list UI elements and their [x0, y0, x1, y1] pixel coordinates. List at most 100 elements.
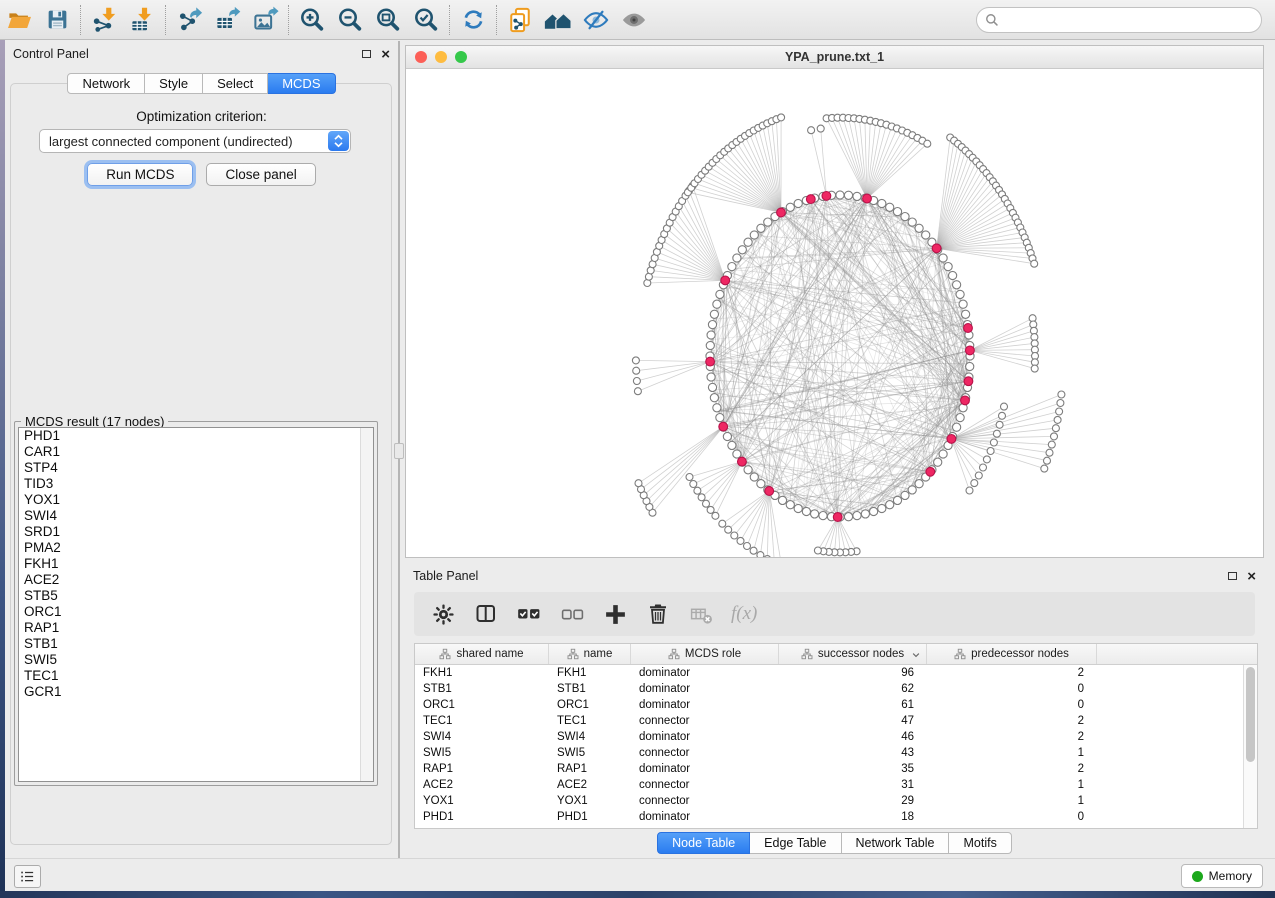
network-node[interactable]: [944, 263, 952, 271]
delete-column-icon[interactable]: [645, 601, 671, 627]
network-leaf-node[interactable]: [1031, 260, 1038, 267]
run-mcds-button[interactable]: Run MCDS: [87, 163, 193, 186]
open-session-icon[interactable]: [0, 3, 38, 37]
network-node[interactable]: [853, 192, 861, 200]
network-node[interactable]: [893, 496, 901, 504]
network-node[interactable]: [733, 450, 741, 458]
network-leaf-node[interactable]: [1058, 391, 1065, 398]
network-hub-node[interactable]: [721, 276, 730, 285]
network-leaf-node[interactable]: [980, 464, 987, 471]
zoom-in-icon[interactable]: [293, 3, 331, 37]
column-header-mcds-role[interactable]: MCDS role: [631, 644, 779, 664]
network-node[interactable]: [713, 300, 721, 308]
network-node[interactable]: [708, 383, 716, 391]
network-leaf-node[interactable]: [1044, 457, 1051, 464]
network-node[interactable]: [922, 231, 930, 239]
mcds-result-item[interactable]: TEC1: [19, 668, 373, 684]
tab-select[interactable]: Select: [203, 73, 268, 94]
network-leaf-node[interactable]: [635, 480, 642, 487]
mcds-result-item[interactable]: RAP1: [19, 620, 373, 636]
network-node[interactable]: [710, 394, 718, 402]
export-image-icon[interactable]: [246, 3, 284, 37]
network-node[interactable]: [750, 473, 758, 481]
deselect-checkboxes-icon[interactable]: [559, 601, 585, 627]
network-node[interactable]: [915, 480, 923, 488]
mcds-result-item[interactable]: SWI4: [19, 508, 373, 524]
mcds-result-item[interactable]: CAR1: [19, 444, 373, 460]
network-node[interactable]: [728, 441, 736, 449]
network-node[interactable]: [744, 238, 752, 246]
column-header-successor-nodes[interactable]: successor nodes: [779, 644, 927, 664]
network-node[interactable]: [764, 218, 772, 226]
network-leaf-node[interactable]: [808, 127, 815, 134]
network-hub-node[interactable]: [932, 244, 941, 253]
network-leaf-node[interactable]: [817, 125, 824, 132]
zoom-selected-icon[interactable]: [407, 3, 445, 37]
close-panel-button[interactable]: Close panel: [206, 163, 315, 186]
network-node[interactable]: [750, 231, 758, 239]
mcds-result-item[interactable]: ACE2: [19, 572, 373, 588]
network-node[interactable]: [901, 491, 909, 499]
network-node[interactable]: [844, 191, 852, 199]
tab-network[interactable]: Network: [67, 73, 145, 94]
network-hub-node[interactable]: [706, 357, 715, 366]
network-node[interactable]: [802, 507, 810, 515]
network-hub-node[interactable]: [964, 324, 973, 333]
network-node[interactable]: [819, 512, 827, 520]
network-leaf-node[interactable]: [634, 388, 641, 395]
table-settings-gear-icon[interactable]: [430, 601, 456, 627]
network-node[interactable]: [861, 510, 869, 518]
network-node[interactable]: [723, 432, 731, 440]
network-leaf-node[interactable]: [712, 512, 719, 519]
close-panel-icon[interactable]: ×: [1247, 569, 1256, 584]
show-task-history-button[interactable]: [14, 865, 41, 888]
network-hub-node[interactable]: [966, 346, 975, 355]
network-leaf-node[interactable]: [744, 543, 751, 550]
network-leaf-node[interactable]: [1057, 400, 1064, 407]
mcds-list-scrollbar[interactable]: [360, 428, 373, 781]
network-leaf-node[interactable]: [698, 494, 705, 501]
network-node[interactable]: [707, 373, 715, 381]
network-leaf-node[interactable]: [757, 552, 764, 557]
column-header-name[interactable]: name: [549, 644, 631, 664]
export-table-icon[interactable]: [208, 3, 246, 37]
network-leaf-node[interactable]: [999, 412, 1006, 419]
network-leaf-node[interactable]: [1046, 449, 1053, 456]
network-hub-node[interactable]: [833, 513, 842, 522]
table-scrollbar-thumb[interactable]: [1246, 667, 1255, 762]
table-row[interactable]: PHD1PHD1dominator180: [415, 809, 1257, 825]
mcds-result-item[interactable]: SWI5: [19, 652, 373, 668]
table-row[interactable]: YOX1YOX1connector291: [415, 793, 1257, 809]
network-hub-node[interactable]: [926, 467, 935, 476]
network-node[interactable]: [915, 224, 923, 232]
network-node[interactable]: [886, 203, 894, 211]
network-node[interactable]: [901, 213, 909, 221]
network-node[interactable]: [956, 414, 964, 422]
select-all-checkboxes-icon[interactable]: [516, 601, 542, 627]
network-node[interactable]: [939, 254, 947, 262]
table-row[interactable]: FKH1FKH1dominator962: [415, 665, 1257, 681]
network-leaf-node[interactable]: [707, 506, 714, 513]
zoom-out-icon[interactable]: [331, 3, 369, 37]
network-leaf-node[interactable]: [993, 430, 1000, 437]
mcds-result-item[interactable]: YOX1: [19, 492, 373, 508]
tab-mcds[interactable]: MCDS: [268, 73, 335, 94]
network-node[interactable]: [908, 486, 916, 494]
network-leaf-node[interactable]: [633, 367, 640, 374]
column-header-predecessor-nodes[interactable]: predecessor nodes: [927, 644, 1097, 664]
mcds-result-item[interactable]: GCR1: [19, 684, 373, 700]
network-node[interactable]: [956, 290, 964, 298]
export-network-icon[interactable]: [170, 3, 208, 37]
mcds-result-item[interactable]: STB5: [19, 588, 373, 604]
network-node[interactable]: [949, 271, 957, 279]
network-leaf-node[interactable]: [703, 500, 710, 507]
clone-network-icon[interactable]: [501, 3, 539, 37]
network-node[interactable]: [733, 254, 741, 262]
network-hub-node[interactable]: [719, 422, 728, 431]
panel-splitter-grip[interactable]: [394, 443, 404, 459]
network-leaf-node[interactable]: [975, 472, 982, 479]
tab-network-table[interactable]: Network Table: [842, 832, 950, 854]
network-leaf-node[interactable]: [731, 532, 738, 539]
network-leaf-node[interactable]: [987, 448, 994, 455]
network-leaf-node[interactable]: [1051, 433, 1058, 440]
